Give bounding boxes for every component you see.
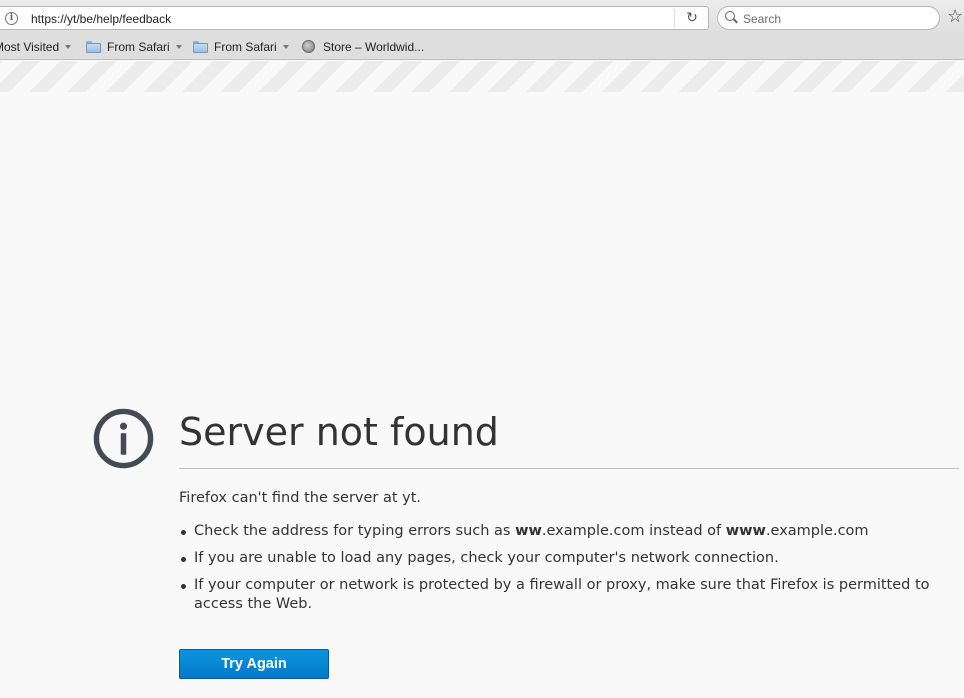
chevron-down-icon	[282, 45, 289, 49]
bookmarks-toolbar: Most Visited From Safari From Safari Sto…	[0, 35, 964, 60]
suggestion-item: If your computer or network is protected…	[179, 576, 949, 614]
chevron-down-icon	[65, 45, 72, 49]
folder-icon	[86, 41, 101, 53]
url-bar[interactable]: i https://yt/be/help/feedback ↻	[0, 6, 709, 30]
bookmark-folder-from-safari[interactable]: From Safari	[86, 35, 182, 60]
bookmark-store-worldwide[interactable]: Store – Worldwid...	[302, 35, 424, 60]
title-divider	[179, 468, 959, 469]
suggestion-item: If you are unable to load any pages, che…	[179, 549, 949, 568]
bookmark-label: From Safari	[214, 40, 277, 54]
search-icon	[725, 11, 738, 24]
error-description: Firefox can't find the server at yt.	[179, 490, 422, 506]
navigation-toolbar: i https://yt/be/help/feedback ↻ Search ☆	[0, 0, 964, 35]
bookmark-folder-from-safari-2[interactable]: From Safari	[193, 35, 289, 60]
loading-stripes	[0, 61, 964, 92]
reload-icon[interactable]: ↻	[681, 9, 703, 27]
info-icon[interactable]: i	[5, 12, 18, 25]
error-info-icon	[93, 408, 154, 469]
folder-icon	[193, 41, 208, 53]
search-placeholder[interactable]: Search	[743, 11, 781, 27]
star-icon[interactable]: ☆	[947, 6, 964, 28]
search-bar[interactable]: Search	[717, 6, 940, 30]
globe-icon	[302, 40, 315, 53]
bookmark-label: Most Visited	[0, 40, 60, 54]
chevron-down-icon	[175, 45, 182, 49]
try-again-button[interactable]: Try Again	[179, 649, 329, 679]
page-title: Server not found	[179, 410, 499, 454]
suggestion-list: Check the address for typing errors such…	[179, 522, 949, 622]
bookmark-label: Store – Worldwid...	[323, 40, 425, 54]
url-divider	[674, 9, 675, 27]
bookmark-most-visited[interactable]: Most Visited	[0, 35, 72, 60]
suggestion-item: Check the address for typing errors such…	[179, 522, 949, 541]
bookmark-label: From Safari	[107, 40, 170, 54]
url-text[interactable]: https://yt/be/help/feedback	[31, 11, 171, 27]
